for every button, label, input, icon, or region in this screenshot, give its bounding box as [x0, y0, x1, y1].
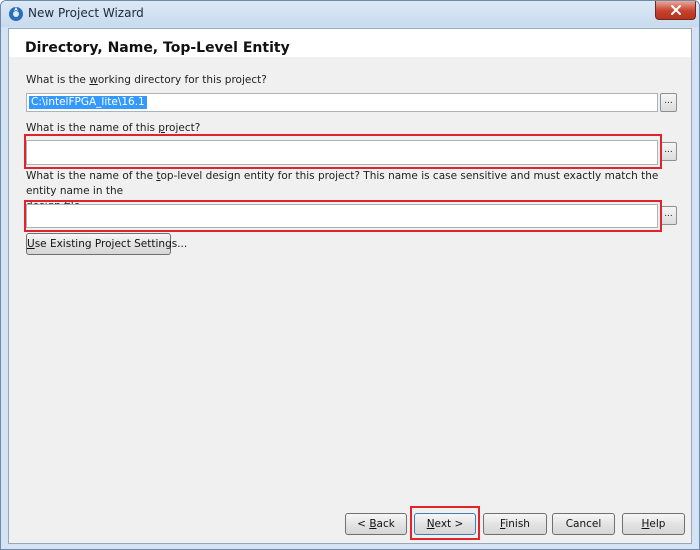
- use-existing-key: U: [27, 238, 35, 250]
- wizard-content: Directory, Name, Top-Level Entity What i…: [8, 28, 692, 544]
- help-button[interactable]: Help: [622, 513, 685, 535]
- close-icon: [671, 5, 681, 15]
- help-post: elp: [649, 518, 666, 530]
- finish-post: inish: [505, 518, 530, 530]
- project-name-label-key: p: [158, 122, 165, 134]
- project-name-label-post: roject?: [164, 122, 201, 134]
- directory-label-pre: What is the: [26, 74, 90, 86]
- finish-button[interactable]: Finish: [483, 513, 547, 535]
- use-existing-rest: se Existing Project Settings...: [34, 238, 188, 250]
- next-button-highlight: [410, 506, 480, 540]
- directory-label: What is the working directory for this p…: [26, 73, 267, 88]
- wizard-window: New Project Wizard Directory, Name, Top-…: [0, 0, 700, 550]
- window-title: New Project Wizard: [28, 6, 144, 20]
- directory-input[interactable]: C:\intelFPGA_lite\16.1: [26, 93, 658, 112]
- cancel-button[interactable]: Cancel: [552, 513, 615, 535]
- top-level-highlight: [24, 200, 662, 232]
- use-existing-settings-button[interactable]: Use Existing Project Settings...: [26, 233, 187, 255]
- project-name-highlight: [24, 134, 662, 169]
- top-level-browse-button[interactable]: ...: [660, 206, 677, 225]
- back-key: B: [369, 518, 377, 530]
- back-button[interactable]: < Back: [345, 513, 407, 535]
- project-name-label-pre: What is the name of this: [26, 122, 159, 134]
- top-level-label-pre: What is the name of the: [26, 170, 157, 182]
- page-header: Directory, Name, Top-Level Entity: [9, 29, 691, 57]
- directory-label-post: orking directory for this project?: [97, 74, 267, 86]
- close-button[interactable]: [655, 1, 696, 20]
- directory-value: C:\intelFPGA_lite\16.1: [29, 96, 147, 109]
- directory-browse-button[interactable]: ...: [660, 93, 677, 112]
- back-post: ack: [376, 518, 395, 530]
- back-pre: <: [357, 518, 370, 530]
- project-name-browse-button[interactable]: ...: [660, 142, 677, 161]
- directory-label-key: w: [89, 74, 98, 86]
- title-bar[interactable]: New Project Wizard: [1, 1, 699, 27]
- app-icon: [9, 7, 23, 21]
- page-title: Directory, Name, Top-Level Entity: [25, 40, 290, 56]
